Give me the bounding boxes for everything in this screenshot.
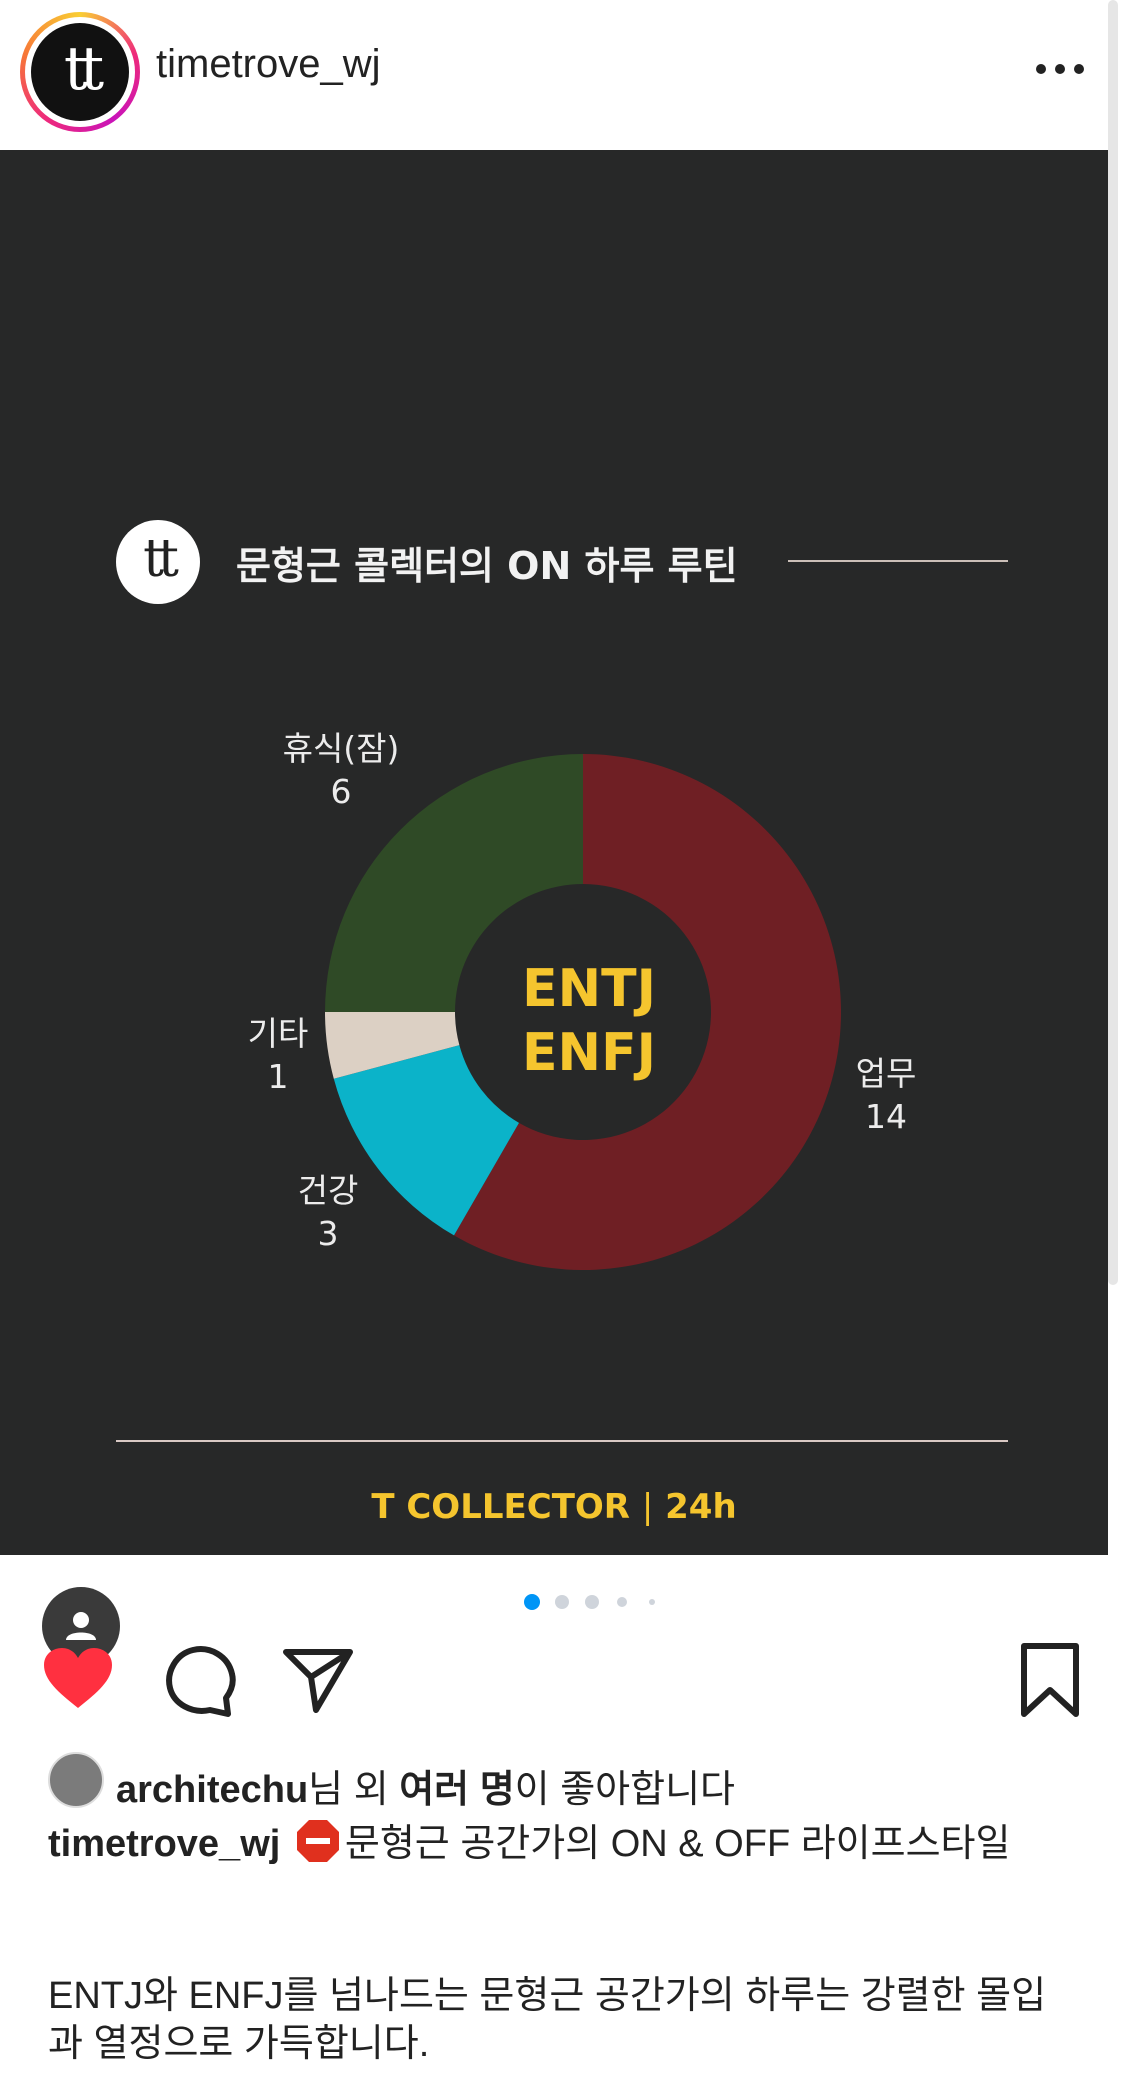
profile-avatar[interactable]: tt (20, 12, 140, 132)
username-link[interactable]: timetrove_wj (156, 42, 381, 87)
donut-chart: 업무 14 건강 3 기타 1 휴식(잠) 6 ENTJENFJ (248, 729, 917, 1270)
footer-brand: T COLLECTOR | 24h (0, 1487, 1108, 1527)
slice-value-label: 3 (318, 1214, 339, 1253)
liker-avatar[interactable] (48, 1752, 104, 1808)
comment-icon[interactable] (160, 1640, 240, 1720)
stop-sign-icon (296, 1820, 339, 1862)
carousel-dot (524, 1594, 540, 1610)
caption: timetrove_wj 문형근 공간가의 ON & OFF 라이프스타일 (48, 1818, 1068, 1867)
likes-suffix-1: 님 외 (308, 1769, 400, 1811)
caption-username[interactable]: timetrove_wj (48, 1823, 280, 1865)
avatar-logo: tt (31, 23, 129, 121)
slice-value-label: 6 (331, 772, 352, 811)
post-header: tt timetrove_wj (0, 0, 1125, 150)
caption-body: ENTJ와 ENFJ를 넘나드는 문형근 공간가의 하루는 강렬한 몰입과 열정… (48, 1975, 1047, 2065)
carousel-dot (649, 1599, 655, 1605)
more-horizontal-icon[interactable] (1030, 50, 1090, 90)
action-bar (0, 1640, 1125, 1720)
slice-value-label: 14 (865, 1097, 907, 1136)
carousel-indicator (0, 1592, 1125, 1612)
footer-duration: 24h (665, 1487, 737, 1527)
slice-label: 휴식(잠) (283, 729, 400, 768)
slice-label: 건강 (298, 1171, 359, 1210)
slice-label: 기타 (248, 1014, 309, 1053)
heart-filled-icon[interactable] (38, 1640, 118, 1720)
carousel-dot (585, 1595, 599, 1609)
likes-suffix-2: 이 좋아합니다 (514, 1769, 735, 1811)
carousel-dot (555, 1595, 569, 1609)
scrollbar[interactable] (1108, 0, 1118, 1285)
post-image[interactable]: tt 문형근 콜렉터의 ON 하루 루틴 업무 14 건강 3 기타 1 휴식(잠) 6 ENT… (0, 150, 1108, 1665)
footer-brand-name: T COLLECTOR (371, 1487, 630, 1527)
donut-center-text: ENTJ (522, 959, 656, 1019)
caption-text: 문형근 공간가의 ON & OFF 라이프스타일 (344, 1823, 1011, 1865)
donut-center-text: ENFJ (522, 1023, 656, 1083)
slice-label: 업무 (856, 1054, 917, 1093)
slice-value-label: 1 (268, 1057, 289, 1096)
liker-username[interactable]: architechu (116, 1769, 308, 1811)
footer-separator: | (641, 1487, 654, 1527)
send-icon[interactable] (278, 1640, 358, 1720)
carousel-dot (617, 1597, 627, 1607)
bookmark-icon[interactable] (1010, 1640, 1090, 1720)
likes-others[interactable]: 여러 명 (399, 1769, 514, 1811)
bottom-divider (116, 1440, 1008, 1442)
